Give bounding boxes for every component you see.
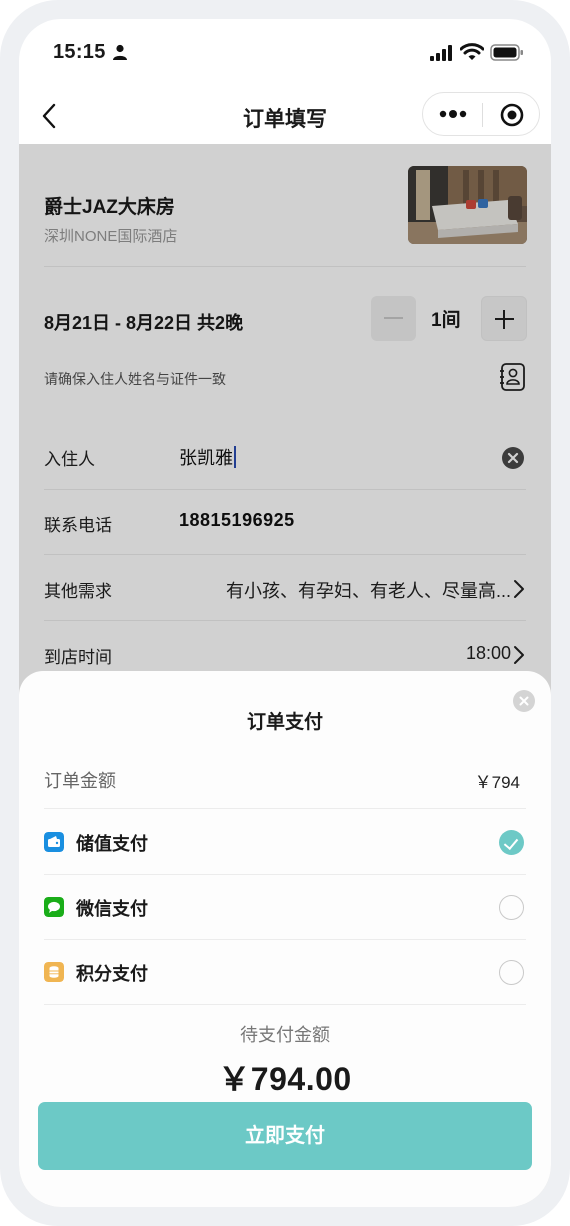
wifi-icon (460, 43, 484, 60)
battery-icon (490, 44, 523, 61)
order-amount-label: 订单金额 (44, 771, 116, 791)
order-amount-value: ￥794 (474, 773, 520, 792)
person-icon (113, 44, 127, 60)
capsule-divider (482, 103, 483, 127)
payment-method-label: 储值支付 (76, 834, 148, 854)
radio-checked[interactable] (499, 830, 524, 855)
payment-method-points[interactable]: 积分支付 (19, 939, 551, 1004)
payment-method-wechat[interactable]: 微信支付 (19, 874, 551, 939)
due-amount-label: 待支付金额 (240, 1025, 330, 1045)
payment-method-label: 积分支付 (76, 964, 148, 984)
signal-icon (430, 45, 452, 61)
mini-program-capsule (422, 92, 540, 136)
payment-method-stored-value[interactable]: 储值支付 (19, 809, 551, 874)
more-dots-icon[interactable] (439, 108, 467, 120)
status-time: 15:15 (53, 41, 106, 63)
phone-frame: 15:15 订单填写 爵士JAZ大床房 深圳NONE国际酒店 8月21日 - 8… (0, 0, 570, 1226)
sheet-title: 订单支付 (246, 712, 323, 733)
wechat-icon (44, 897, 64, 917)
due-amount-value: ￥794.00 (218, 1061, 352, 1097)
divider (44, 1004, 526, 1005)
nav-bar: 订单填写 (19, 89, 551, 145)
close-miniprogram-icon[interactable] (500, 103, 524, 127)
payment-method-label: 微信支付 (76, 899, 148, 919)
pay-now-button[interactable]: 立即支付 (38, 1102, 532, 1170)
radio-unchecked[interactable] (499, 960, 524, 985)
status-bar: 15:15 (19, 19, 551, 89)
wallet-icon (44, 832, 64, 852)
coins-icon (44, 962, 64, 982)
payment-sheet: 订单支付 订单金额 ￥794 储值支付 微信支付 积分支付 待支付金额 ￥794… (19, 671, 551, 1207)
phone-screen: 15:15 订单填写 爵士JAZ大床房 深圳NONE国际酒店 8月21日 - 8… (19, 19, 551, 1207)
radio-unchecked[interactable] (499, 895, 524, 920)
